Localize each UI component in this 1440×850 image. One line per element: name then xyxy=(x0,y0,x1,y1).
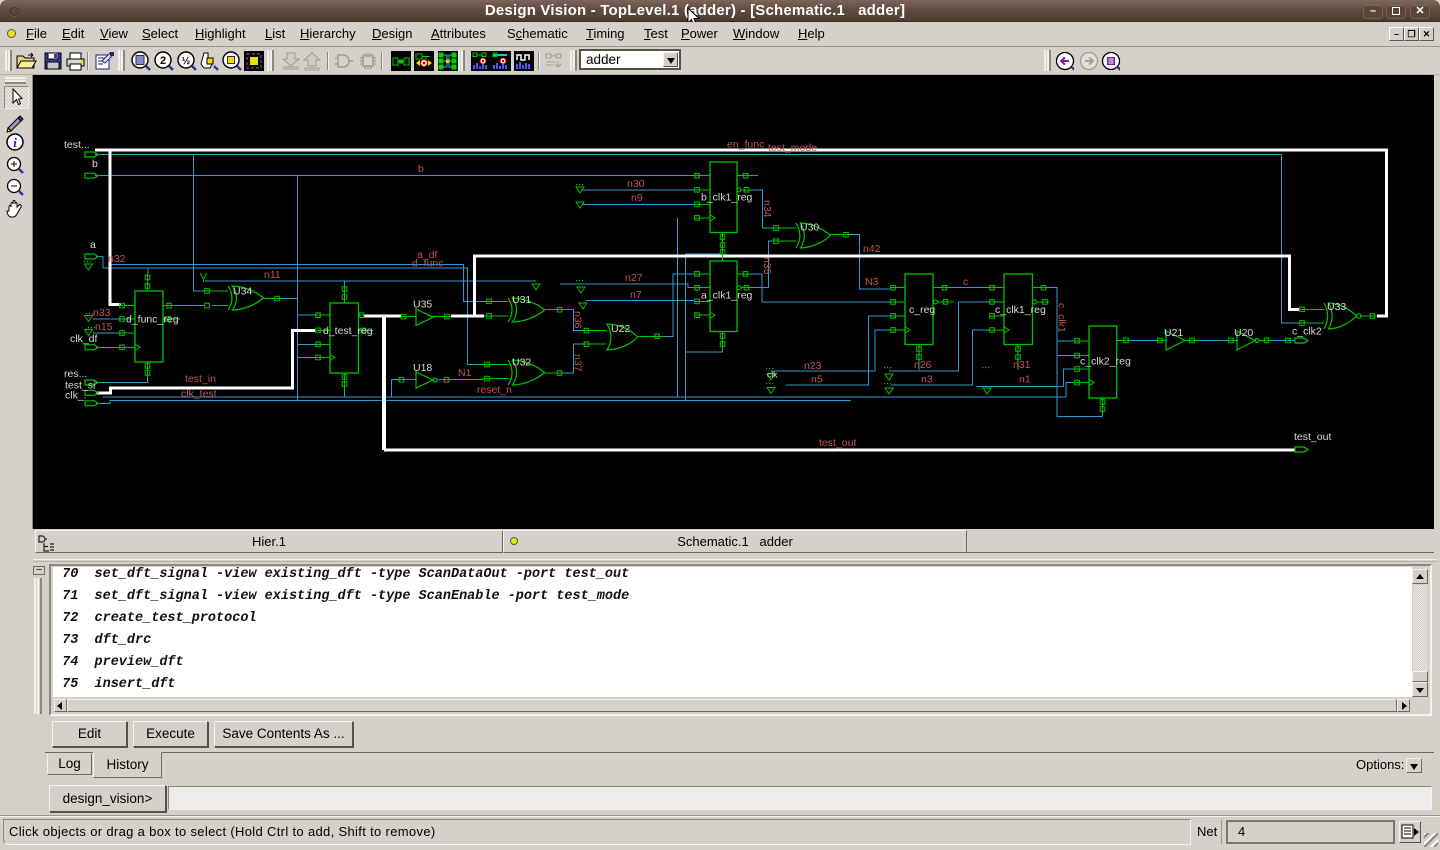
svg-text:n27: n27 xyxy=(625,272,643,284)
svg-text:test_out: test_out xyxy=(819,437,856,449)
svg-text:clk: clk xyxy=(767,370,778,380)
svg-text:U34: U34 xyxy=(233,286,252,298)
svg-text:n34: n34 xyxy=(761,200,773,218)
svg-text:n11: n11 xyxy=(264,269,281,281)
svg-text:U22: U22 xyxy=(611,323,630,335)
svg-text:N3: N3 xyxy=(865,276,879,288)
svg-text:n23: n23 xyxy=(804,360,822,372)
svg-text:clk_df: clk_df xyxy=(70,333,98,345)
svg-text:n26: n26 xyxy=(914,359,932,371)
svg-text:d_func: d_func xyxy=(412,258,444,270)
svg-text:n31: n31 xyxy=(1013,359,1031,371)
svg-text:reset_n: reset_n xyxy=(477,384,512,396)
svg-text:test...: test... xyxy=(64,139,90,151)
svg-text:½: ½ xyxy=(182,56,190,67)
svg-text:n3: n3 xyxy=(921,374,933,386)
svg-text:n42: n42 xyxy=(863,243,881,255)
svg-text:n9: n9 xyxy=(631,192,643,204)
svg-text:i: i xyxy=(13,135,17,150)
svg-text:b: b xyxy=(92,158,98,170)
svg-text:n1: n1 xyxy=(1019,374,1031,386)
svg-text:d_test_reg: d_test_reg xyxy=(323,325,373,337)
svg-text:n36: n36 xyxy=(572,311,584,329)
svg-text:c_clk1: c_clk1 xyxy=(1056,303,1068,333)
svg-text:U30: U30 xyxy=(800,222,819,234)
svg-text:U20: U20 xyxy=(1234,327,1253,339)
svg-text:a: a xyxy=(90,239,96,251)
svg-text:U31: U31 xyxy=(512,294,531,306)
svg-text:clk_test: clk_test xyxy=(181,388,217,400)
svg-text:2: 2 xyxy=(160,55,166,67)
svg-text:c_reg: c_reg xyxy=(909,304,935,316)
svg-text:c_clk2_reg: c_clk2_reg xyxy=(1080,356,1131,368)
svg-text:n5: n5 xyxy=(811,374,823,386)
svg-text:test_mode: test_mode xyxy=(768,142,817,154)
svg-text:a_clk1_reg: a_clk1_reg xyxy=(701,290,753,302)
svg-text:d_func_reg: d_func_reg xyxy=(126,314,179,326)
svg-text:n30: n30 xyxy=(627,178,645,190)
svg-text:n32: n32 xyxy=(108,253,126,265)
svg-text:U21: U21 xyxy=(1164,327,1183,339)
svg-text:en_func: en_func xyxy=(727,139,764,151)
svg-text:n35: n35 xyxy=(761,257,773,275)
svg-text:n7: n7 xyxy=(630,289,642,301)
svg-text:U18: U18 xyxy=(413,362,432,374)
svg-text:n33: n33 xyxy=(93,307,111,319)
svg-text:U32: U32 xyxy=(512,357,531,369)
svg-text:N1: N1 xyxy=(458,367,472,379)
svg-text:clk_.: clk_. xyxy=(65,390,87,402)
svg-text:test_out: test_out xyxy=(1294,431,1331,443)
svg-text:n37: n37 xyxy=(572,354,584,372)
svg-text:b_clk1_reg: b_clk1_reg xyxy=(701,192,753,204)
svg-text:n15: n15 xyxy=(95,321,113,333)
svg-text:res...: res... xyxy=(64,368,87,380)
svg-text:c_clk2: c_clk2 xyxy=(1292,326,1322,338)
svg-text:U33: U33 xyxy=(1327,301,1346,313)
svg-text:c: c xyxy=(963,276,968,288)
svg-text:test_in: test_in xyxy=(185,373,216,385)
svg-text:U35: U35 xyxy=(413,299,432,311)
svg-text:b: b xyxy=(418,163,424,175)
svg-text:c_clk1_reg: c_clk1_reg xyxy=(995,304,1046,316)
